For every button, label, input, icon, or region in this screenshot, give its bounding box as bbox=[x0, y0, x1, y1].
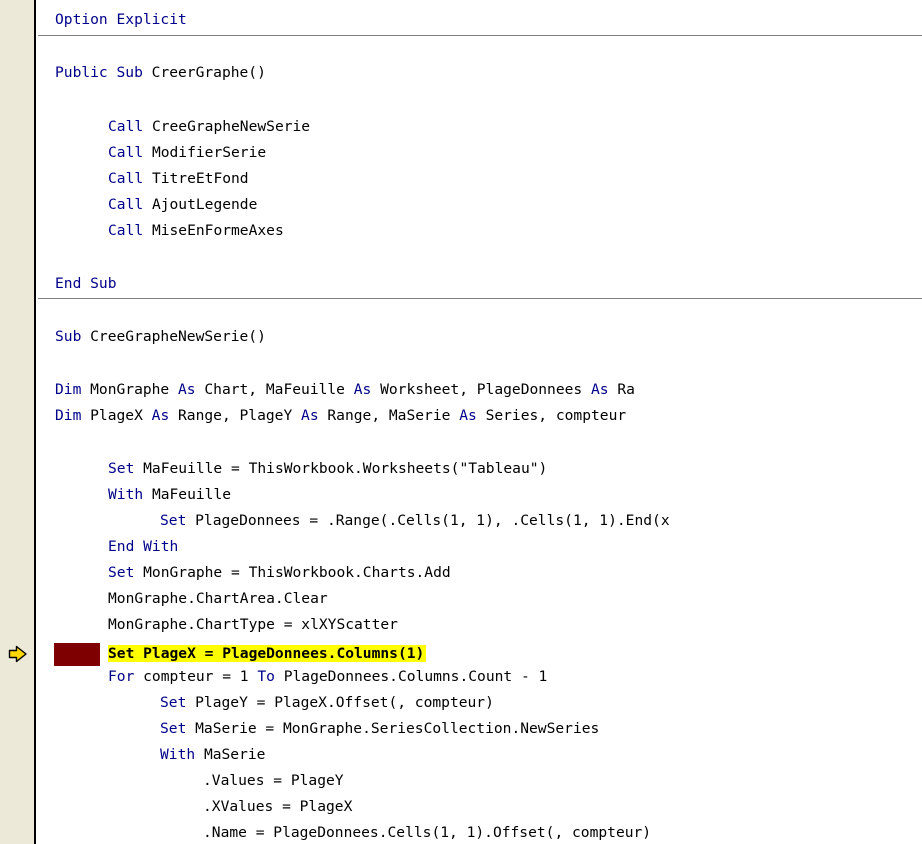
code-line[interactable]: Call TitreEtFond bbox=[108, 166, 249, 192]
keyword: Set bbox=[108, 564, 135, 581]
keyword: Set bbox=[160, 512, 187, 529]
code-area[interactable]: Option Explicit Public Sub CreerGraphe()… bbox=[38, 0, 922, 844]
code-line[interactable]: With MaFeuille bbox=[108, 482, 231, 508]
code-line[interactable]: End With bbox=[108, 534, 178, 560]
code-text: .XValues = PlageX bbox=[203, 798, 353, 815]
code-text: MonGraphe.ChartType = xlXYScatter bbox=[108, 616, 398, 633]
code-text: CreeGrapheNewSerie() bbox=[81, 328, 266, 345]
code-line[interactable]: .Name = PlageDonnees.Cells(1, 1).Offset(… bbox=[203, 820, 651, 844]
code-text: TitreEtFond bbox=[143, 170, 249, 187]
code-line[interactable]: Dim MonGraphe As Chart, MaFeuille As Wor… bbox=[55, 377, 635, 403]
code-text: CreeGrapheNewSerie bbox=[143, 118, 311, 135]
keyword: With bbox=[160, 746, 196, 763]
code-text: MaFeuille bbox=[143, 486, 232, 503]
code-line[interactable]: For compteur = 1 To PlageDonnees.Columns… bbox=[108, 664, 547, 690]
code-line[interactable]: Set MaSerie = MonGraphe.SeriesCollection… bbox=[160, 716, 599, 742]
code-line[interactable]: End Sub bbox=[55, 271, 117, 297]
procedure-separator bbox=[38, 35, 922, 36]
code-line[interactable]: Option Explicit bbox=[55, 7, 187, 33]
code-text: .Name = PlageDonnees.Cells(1, 1).Offset(… bbox=[203, 824, 652, 841]
code-text: PlageX bbox=[81, 407, 152, 424]
keyword: Call bbox=[108, 144, 144, 161]
code-text: Range, PlageY bbox=[169, 407, 302, 424]
code-text: compteur = 1 bbox=[134, 668, 258, 685]
code-line[interactable]: With MaSerie bbox=[160, 742, 265, 768]
keyword: To bbox=[257, 668, 275, 685]
code-text: Worksheet, PlageDonnees bbox=[371, 381, 591, 398]
code-line[interactable]: Set PlageDonnees = .Range(.Cells(1, 1), … bbox=[160, 508, 670, 534]
code-line[interactable]: MonGraphe.ChartArea.Clear bbox=[108, 586, 328, 612]
keyword: As bbox=[590, 381, 609, 398]
code-editor[interactable]: Option Explicit Public Sub CreerGraphe()… bbox=[0, 0, 922, 844]
code-line[interactable]: Set PlageY = PlageX.Offset(, compteur) bbox=[160, 690, 494, 716]
code-text: MaSerie bbox=[195, 746, 266, 763]
code-line[interactable]: Call AjoutLegende bbox=[108, 192, 257, 218]
keyword: Call bbox=[108, 196, 144, 213]
keyword: Set bbox=[160, 694, 187, 711]
code-line[interactable]: .Values = PlageY bbox=[203, 768, 344, 794]
keyword: Dim bbox=[55, 407, 82, 424]
keyword: Sub bbox=[55, 328, 82, 345]
keyword: End With bbox=[108, 538, 179, 555]
code-text: PlageY = PlageX.Offset(, compteur) bbox=[186, 694, 494, 711]
code-text: .Values = PlageY bbox=[203, 772, 344, 789]
code-line[interactable]: Dim PlageX As Range, PlageY As Range, Ma… bbox=[55, 403, 626, 429]
code-text: PlageDonnees.Columns.Count - 1 bbox=[274, 668, 548, 685]
code-line[interactable]: Set MaFeuille = ThisWorkbook.Worksheets(… bbox=[108, 456, 547, 482]
code-text: ModifierSerie bbox=[143, 144, 267, 161]
code-line[interactable]: Set MonGraphe = ThisWorkbook.Charts.Add bbox=[108, 560, 451, 586]
keyword: End Sub bbox=[55, 275, 117, 292]
keyword: Set bbox=[160, 720, 187, 737]
code-line[interactable]: Sub CreeGrapheNewSerie() bbox=[55, 324, 266, 350]
code-text: MiseEnFormeAxes bbox=[143, 222, 284, 239]
keyword: As bbox=[178, 381, 196, 398]
keyword: Call bbox=[108, 118, 144, 135]
code-text: PlageDonnees = .Range(.Cells(1, 1), .Cel… bbox=[186, 512, 670, 529]
keyword: As bbox=[459, 407, 477, 424]
procedure-separator bbox=[38, 298, 922, 299]
code-line[interactable]: Call ModifierSerie bbox=[108, 140, 266, 166]
keyword: Set bbox=[108, 460, 135, 477]
code-text: Series, compteur bbox=[476, 407, 627, 424]
keyword: Option Explicit bbox=[55, 11, 187, 28]
keyword: For bbox=[108, 668, 135, 685]
keyword: Public Sub bbox=[55, 64, 143, 81]
code-line[interactable]: MonGraphe.ChartType = xlXYScatter bbox=[108, 612, 398, 638]
breakpoint-bar bbox=[54, 643, 100, 666]
code-text: Ra bbox=[608, 381, 635, 398]
code-text: CreerGraphe() bbox=[142, 64, 266, 81]
current-statement-arrow-icon bbox=[8, 645, 27, 663]
code-line[interactable]: Public Sub CreerGraphe() bbox=[55, 60, 266, 86]
code-text: MonGraphe bbox=[81, 381, 179, 398]
keyword: With bbox=[108, 486, 144, 503]
code-text: Chart, MaFeuille bbox=[195, 381, 354, 398]
code-line[interactable]: Call CreeGrapheNewSerie bbox=[108, 114, 310, 140]
keyword: Call bbox=[108, 222, 144, 239]
code-text: MaFeuille = ThisWorkbook.Worksheets("Tab… bbox=[134, 460, 548, 477]
keyword: Dim bbox=[55, 381, 82, 398]
current-statement-highlight: Set PlageX = PlageDonnees.Columns(1) bbox=[108, 645, 427, 662]
keyword: As bbox=[353, 381, 372, 398]
code-text: AjoutLegende bbox=[143, 196, 258, 213]
code-text: MonGraphe.ChartArea.Clear bbox=[108, 590, 328, 607]
code-line[interactable]: Call MiseEnFormeAxes bbox=[108, 218, 284, 244]
keyword: Call bbox=[108, 170, 144, 187]
keyword: As bbox=[301, 407, 319, 424]
code-line[interactable]: .XValues = PlageX bbox=[203, 794, 352, 820]
code-text: MonGraphe = ThisWorkbook.Charts.Add bbox=[134, 564, 451, 581]
code-text: Range, MaSerie bbox=[318, 407, 460, 424]
keyword: As bbox=[151, 407, 170, 424]
margin-indicator-bar[interactable] bbox=[0, 0, 36, 844]
code-text: MaSerie = MonGraphe.SeriesCollection.New… bbox=[186, 720, 600, 737]
